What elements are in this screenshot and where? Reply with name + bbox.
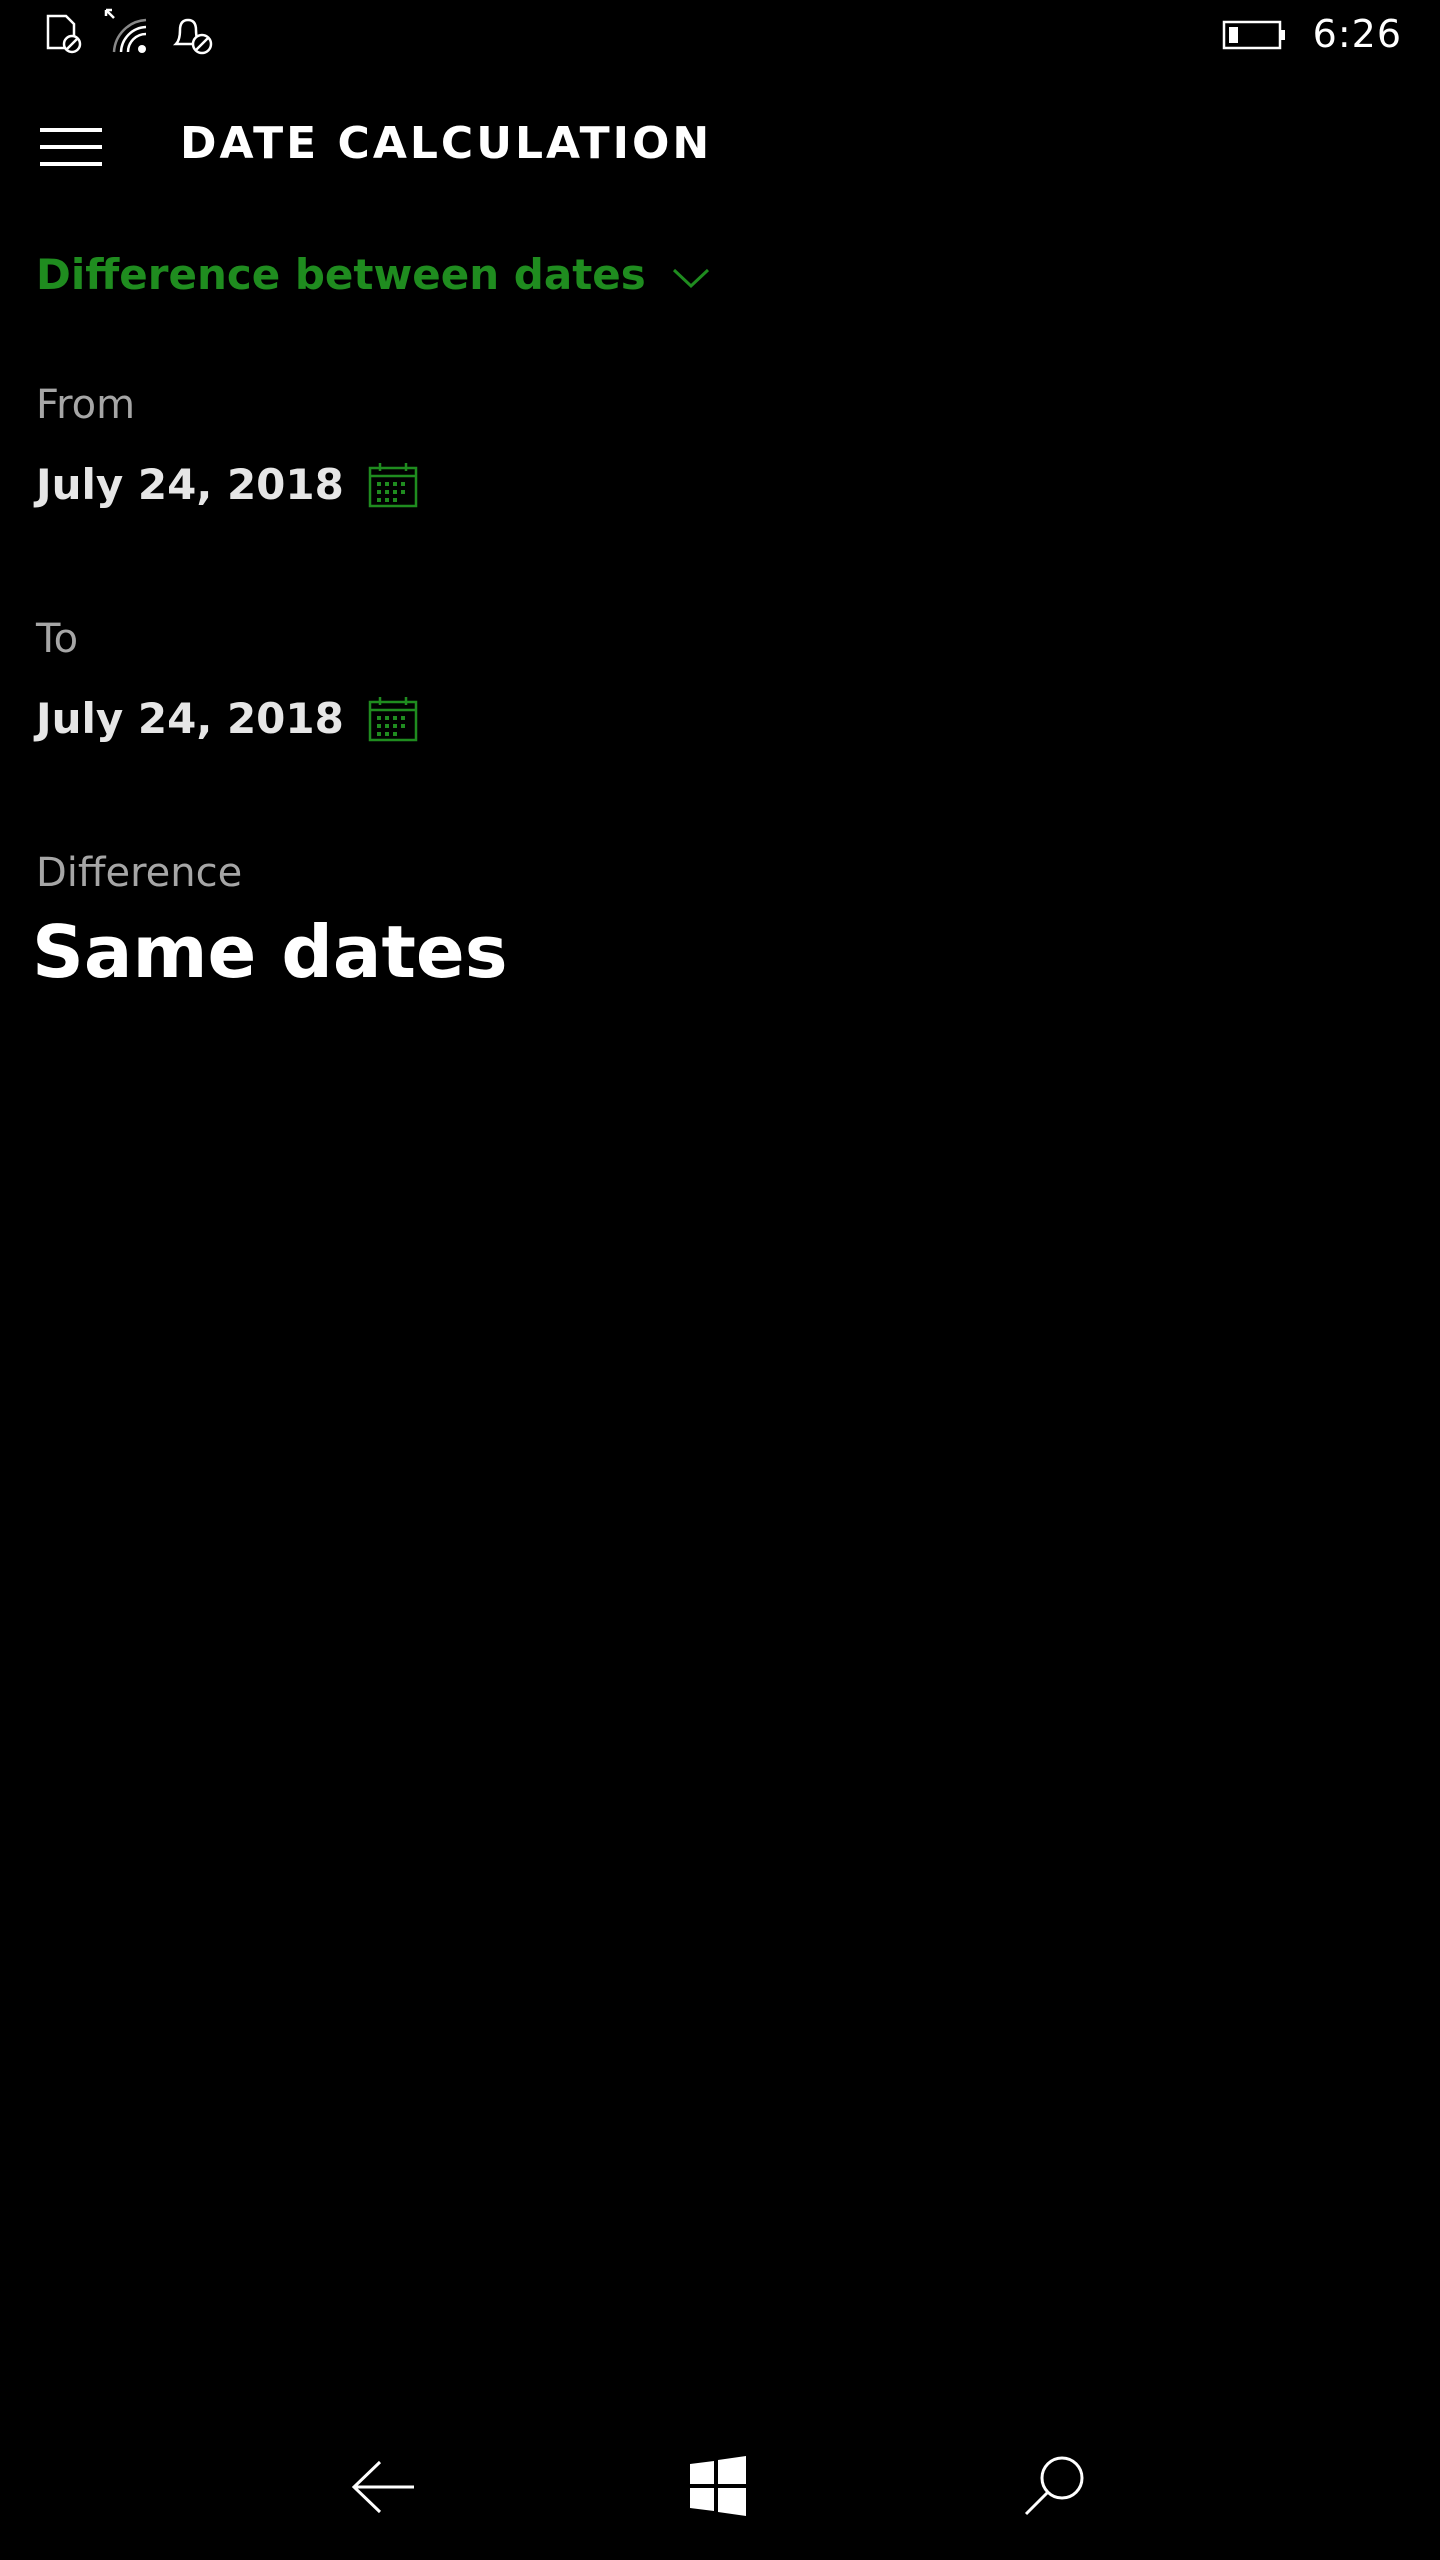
- hamburger-icon[interactable]: [40, 128, 102, 168]
- mode-dropdown[interactable]: Difference between dates: [36, 250, 710, 299]
- date-calculator-screen: 6:26 DATE CALCULATION Difference between…: [0, 0, 1440, 2560]
- status-bar: 6:26: [0, 0, 1440, 70]
- calendar-icon: [368, 696, 418, 741]
- back-arrow-icon[interactable]: [350, 2458, 418, 2516]
- wifi-icon: [104, 8, 147, 53]
- quiet-hours-icon: [172, 18, 213, 55]
- to-date-value: July 24, 2018: [36, 694, 344, 743]
- search-icon[interactable]: [1022, 2452, 1088, 2518]
- mode-dropdown-label: Difference between dates: [36, 250, 646, 299]
- status-time: 6:26: [1312, 12, 1402, 56]
- difference-label: Difference: [36, 850, 243, 896]
- chevron-down-icon: [672, 268, 709, 288]
- page-title: DATE CALCULATION: [180, 118, 713, 169]
- from-label: From: [36, 382, 136, 428]
- windows-start-icon[interactable]: [688, 2456, 748, 2516]
- difference-result: Same dates: [32, 910, 508, 994]
- to-label: To: [36, 616, 79, 662]
- calendar-icon: [368, 462, 418, 507]
- battery-icon: [1222, 20, 1285, 50]
- to-date-picker[interactable]: July 24, 2018: [36, 694, 418, 743]
- from-date-value: July 24, 2018: [36, 460, 344, 509]
- sim-missing-icon: [46, 14, 82, 54]
- from-date-picker[interactable]: July 24, 2018: [36, 460, 418, 509]
